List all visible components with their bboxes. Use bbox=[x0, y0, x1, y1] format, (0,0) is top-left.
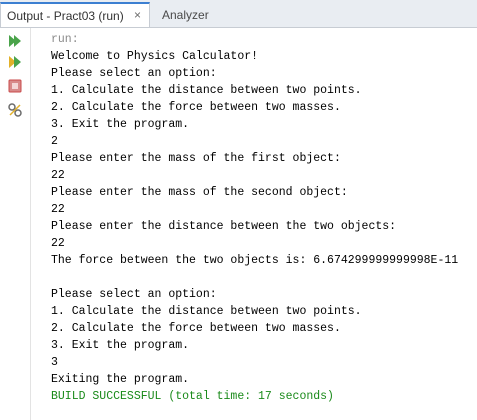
console-line: 2 bbox=[51, 135, 58, 148]
console-line: Please enter the mass of the second obje… bbox=[51, 186, 348, 199]
settings-icon[interactable] bbox=[5, 100, 25, 120]
stop-icon[interactable] bbox=[5, 76, 25, 96]
console-line: Please select an option: bbox=[51, 288, 217, 301]
console-line: 22 bbox=[51, 169, 65, 182]
tab-output[interactable]: Output - Pract03 (run) × bbox=[0, 2, 150, 27]
console-line: Please enter the mass of the first objec… bbox=[51, 152, 341, 165]
console-line: 22 bbox=[51, 203, 65, 216]
rerun-with-options-icon[interactable] bbox=[5, 52, 25, 72]
rerun-icon[interactable] bbox=[5, 31, 25, 51]
close-icon[interactable]: × bbox=[134, 8, 141, 22]
console-line: Please select an option: bbox=[51, 67, 217, 80]
console-line: 1. Calculate the distance between two po… bbox=[51, 305, 362, 318]
console-line: 2. Calculate the force between two masse… bbox=[51, 322, 341, 335]
console-line: Please enter the distance between the tw… bbox=[51, 220, 397, 233]
console-line: 3 bbox=[51, 356, 58, 369]
console-lines: run: Welcome to Physics Calculator! Please… bbox=[51, 31, 458, 405]
tab-analyzer-label: Analyzer bbox=[162, 7, 209, 22]
console-line: 2. Calculate the force between two masse… bbox=[51, 101, 341, 114]
console-output[interactable]: run: Welcome to Physics Calculator! Please… bbox=[31, 28, 477, 420]
tab-analyzer[interactable]: Analyzer bbox=[160, 2, 230, 27]
console-line: BUILD SUCCESSFUL (total time: 17 seconds… bbox=[51, 390, 334, 403]
console-line: The force between the two objects is: 6.… bbox=[51, 254, 459, 267]
output-toolbar bbox=[0, 28, 31, 420]
console-line: 1. Calculate the distance between two po… bbox=[51, 84, 362, 97]
console-line: Exiting the program. bbox=[51, 373, 190, 386]
tab-output-label: Output - Pract03 (run) bbox=[7, 8, 124, 23]
console-line: run: bbox=[51, 33, 79, 46]
output-window: Output - Pract03 (run) × Analyzer run: W… bbox=[0, 0, 477, 420]
console-line: 3. Exit the program. bbox=[51, 118, 190, 131]
console-line: Welcome to Physics Calculator! bbox=[51, 50, 259, 63]
tab-bar: Output - Pract03 (run) × Analyzer bbox=[0, 0, 477, 28]
console-line: 3. Exit the program. bbox=[51, 339, 190, 352]
console-line: 22 bbox=[51, 237, 65, 250]
